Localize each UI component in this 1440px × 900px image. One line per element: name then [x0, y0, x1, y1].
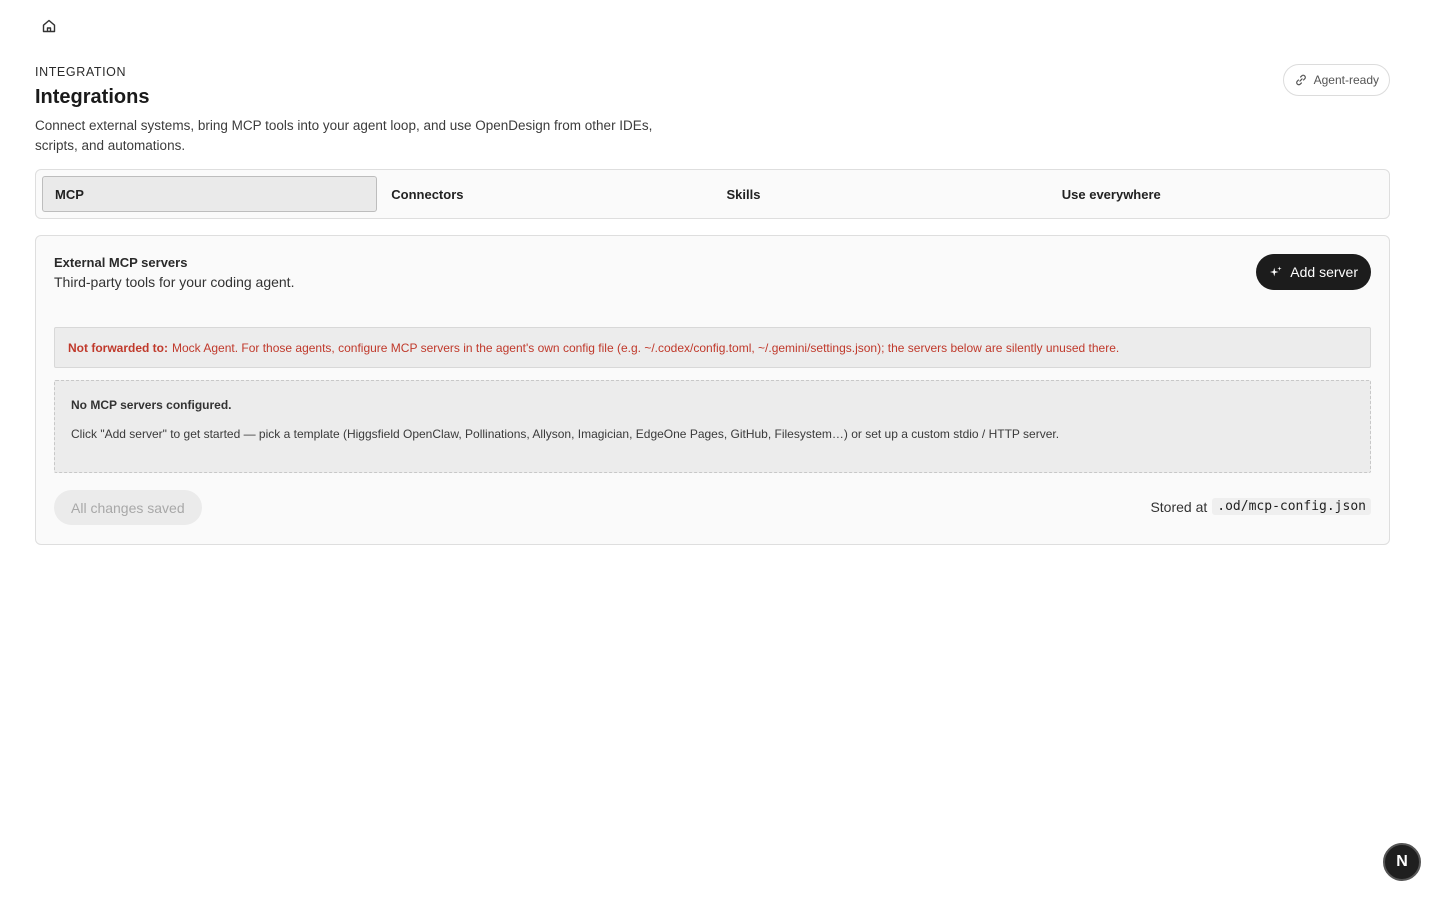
warning-label: Not forwarded to:	[68, 340, 168, 355]
panel-title: External MCP servers	[54, 255, 188, 270]
save-status-button[interactable]: All changes saved	[54, 490, 202, 525]
integrations-page: INTEGRATION Integrations Connect externa…	[0, 0, 1440, 900]
page-header: INTEGRATION Integrations Connect externa…	[35, 64, 715, 156]
storage-location: Stored at .od/mcp-config.json	[1150, 498, 1371, 515]
user-avatar-button[interactable]: N	[1383, 843, 1421, 881]
stored-label: Stored at	[1150, 498, 1208, 515]
add-server-label: Add server	[1290, 264, 1358, 280]
badge-label: Agent-ready	[1313, 73, 1379, 87]
agent-ready-badge[interactable]: Agent-ready	[1282, 64, 1390, 96]
mcp-panel: External MCP servers Third-party tools f…	[35, 235, 1390, 545]
tab-use-everywhere[interactable]: Use everywhere	[1048, 176, 1383, 212]
page-description: Connect external systems, bring MCP tool…	[35, 118, 653, 153]
link-icon	[1295, 74, 1306, 86]
empty-state: No MCP servers configured. Click "Add se…	[54, 380, 1371, 473]
tab-mcp[interactable]: MCP	[42, 176, 378, 212]
tab-skills[interactable]: Skills	[713, 176, 1048, 212]
home-button[interactable]	[36, 13, 62, 39]
section-eyebrow: INTEGRATION	[35, 65, 127, 79]
empty-state-text: Click "Add server" to get started — pick…	[71, 427, 1060, 441]
page-title: Integrations	[35, 86, 150, 108]
warning-text: Mock Agent. For those agents, configure …	[172, 340, 1120, 355]
tab-connectors[interactable]: Connectors	[377, 176, 712, 212]
add-server-button[interactable]: Add server	[1256, 254, 1371, 290]
sparkle-icon	[1270, 266, 1282, 277]
stored-path: .od/mcp-config.json	[1212, 498, 1371, 515]
home-icon	[42, 19, 56, 33]
empty-state-title: No MCP servers configured.	[71, 398, 232, 412]
integration-tabs: MCP Connectors Skills Use everywhere	[35, 169, 1390, 219]
panel-subtitle: Third-party tools for your coding agent.	[54, 274, 295, 290]
forwarding-warning: Not forwarded to: Mock Agent. For those …	[54, 327, 1371, 368]
